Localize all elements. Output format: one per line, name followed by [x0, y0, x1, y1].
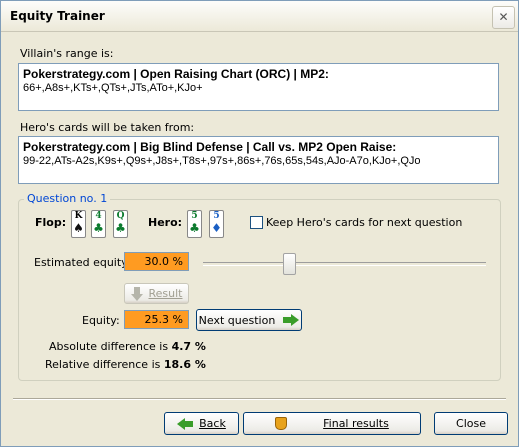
window-title: Equity Trainer: [10, 9, 105, 23]
estimated-equity-field[interactable]: 30.0 %: [124, 252, 189, 271]
club-icon: ♣: [189, 221, 200, 235]
hero-label: Hero:: [148, 216, 183, 229]
card-rank: 5: [213, 211, 220, 221]
relative-difference-value: 18.6 %: [163, 358, 206, 371]
villain-range-value: 66+,A8s+,KTs+,QTs+,JTs,ATo+,KJo+: [23, 82, 203, 94]
final-results-label: Final results: [323, 417, 389, 430]
absolute-difference-value: 4.7 %: [171, 340, 206, 353]
flop-card-1: K ♠: [71, 210, 86, 238]
equity-label: Equity:: [82, 314, 120, 327]
next-question-button[interactable]: Next question: [196, 309, 302, 331]
arrow-right-icon: [283, 314, 300, 326]
equity-trainer-window: Equity Trainer ✕ Villain's range is: Pok…: [0, 0, 519, 447]
trophy-icon: [275, 417, 288, 430]
absolute-difference-text: Absolute difference is 4.7 %: [49, 340, 206, 353]
spade-icon: ♠: [73, 221, 84, 235]
diamond-icon: ♦: [211, 221, 222, 235]
hero-card-2: 5 ♦: [209, 210, 224, 238]
hero-source-value: 99-22,ATs-A2s,K9s+,Q9s+,J8s+,T8s+,97s+,8…: [23, 155, 421, 167]
equity-slider-track[interactable]: [203, 262, 486, 266]
result-button-label: Result: [148, 287, 183, 300]
hero-source-heading: Pokerstrategy.com | Big Blind Defense | …: [23, 140, 397, 154]
absolute-difference-prefix: Absolute difference is: [49, 340, 172, 353]
relative-difference-text: Relative difference is 18.6 %: [45, 358, 206, 371]
title-bar: Equity Trainer ✕: [1, 1, 518, 32]
card-rank: 4: [95, 211, 102, 221]
flop-card-3: Q ♣: [113, 210, 128, 238]
club-icon: ♣: [115, 221, 126, 235]
keep-cards-label[interactable]: Keep Hero's cards for next question: [266, 216, 462, 229]
close-button[interactable]: Close: [434, 412, 508, 435]
hero-source-label: Hero's cards will be taken from:: [20, 121, 195, 134]
final-results-button[interactable]: Final results: [243, 412, 421, 435]
equity-result-field: 25.3 %: [124, 310, 189, 329]
flop-card-2: 4 ♣: [91, 210, 106, 238]
keep-cards-checkbox[interactable]: [250, 216, 263, 229]
equity-slider-thumb[interactable]: [283, 253, 296, 275]
flop-label: Flop:: [35, 216, 67, 229]
card-rank: Q: [116, 211, 125, 221]
villain-range-label: Villain's range is:: [20, 47, 114, 60]
close-icon[interactable]: ✕: [492, 6, 515, 29]
arrow-down-icon: [130, 286, 143, 301]
question-legend: Question no. 1: [24, 192, 111, 205]
arrow-left-icon: [177, 417, 194, 430]
back-button[interactable]: Back: [164, 412, 239, 435]
relative-difference-prefix: Relative difference is: [45, 358, 164, 371]
back-button-label: Back: [199, 417, 226, 430]
card-rank: K: [74, 211, 83, 221]
villain-range-heading: Pokerstrategy.com | Open Raising Chart (…: [23, 67, 329, 81]
hero-card-1: 5 ♣: [187, 210, 202, 238]
estimated-equity-label: Estimated equity:: [34, 256, 131, 269]
next-question-label: Next question: [198, 313, 276, 327]
hero-source-textbox[interactable]: Pokerstrategy.com | Big Blind Defense | …: [18, 136, 499, 184]
club-icon: ♣: [93, 221, 104, 235]
villain-range-textbox[interactable]: Pokerstrategy.com | Open Raising Chart (…: [18, 63, 499, 111]
close-button-label: Close: [456, 417, 486, 430]
footer-divider: [13, 398, 506, 400]
card-rank: 5: [191, 211, 198, 221]
result-button[interactable]: Result: [124, 283, 189, 304]
